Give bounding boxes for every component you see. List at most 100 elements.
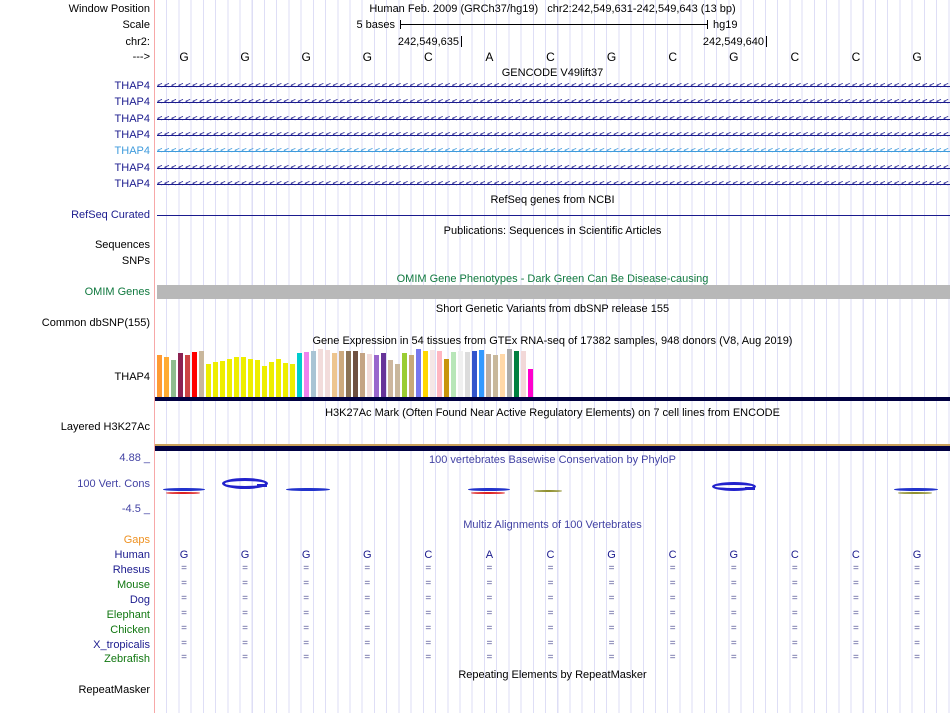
gencode-gene-label[interactable]: THAP4 bbox=[0, 145, 152, 157]
gtex-expression-bar bbox=[472, 351, 477, 397]
multiz-human-row[interactable]: GGGGCACGCGCCG bbox=[155, 549, 950, 562]
multiz-species-label[interactable]: Chicken bbox=[0, 624, 152, 636]
align-identity-mark: = bbox=[547, 563, 554, 574]
align-identity-mark: = bbox=[242, 578, 248, 589]
gtex-expression-bar bbox=[248, 359, 253, 397]
gencode-gene-row[interactable]: <<<<<<<<<<<<<<<<<<<<<<<<<<<<<<<<<<<<<<<<… bbox=[157, 82, 950, 90]
track-label-sequences[interactable]: Sequences bbox=[0, 239, 152, 251]
align-identity-mark: = bbox=[486, 593, 493, 604]
align-identity-mark: = bbox=[608, 623, 615, 634]
multiz-alignment-row[interactable]: = = = = = = = = = = = = = bbox=[155, 563, 950, 576]
gencode-gene-label[interactable]: THAP4 bbox=[0, 96, 152, 108]
align-base-letter: C bbox=[424, 549, 433, 561]
multiz-alignment-row[interactable]: = = = = = = = = = = = = = bbox=[155, 623, 950, 636]
gencode-gene-row[interactable]: <<<<<<<<<<<<<<<<<<<<<<<<<<<<<<<<<<<<<<<<… bbox=[157, 180, 950, 188]
gtex-title[interactable]: Gene Expression in 54 tissues from GTEx … bbox=[155, 335, 950, 347]
align-identity-mark: = bbox=[791, 563, 798, 574]
conservation-title[interactable]: 100 vertebrates Basewise Conservation by… bbox=[155, 454, 950, 466]
repeatmasker-title[interactable]: Repeating Elements by RepeatMasker bbox=[155, 669, 950, 681]
gene-direction-arrows: <<<<<<<<<<<<<<<<<<<<<<<<<<<<<<<<<<<<<<<<… bbox=[157, 115, 950, 123]
track-label-omim-genes[interactable]: OMIM Genes bbox=[0, 286, 152, 298]
gencode-title[interactable]: GENCODE V49lift37 bbox=[155, 67, 950, 79]
scale-value: 5 bases bbox=[356, 19, 395, 31]
gtex-expression-bar bbox=[276, 359, 281, 397]
align-identity-mark: = bbox=[486, 563, 493, 574]
align-identity-mark: = bbox=[181, 593, 187, 604]
align-identity-mark: = bbox=[730, 608, 737, 619]
ruler-base-letter: C bbox=[668, 50, 677, 64]
align-identity-mark: = bbox=[852, 578, 859, 589]
multiz-species-label[interactable]: Gaps bbox=[0, 534, 152, 546]
gene-direction-arrows: <<<<<<<<<<<<<<<<<<<<<<<<<<<<<<<<<<<<<<<<… bbox=[157, 180, 950, 188]
track-label-repeatmasker[interactable]: RepeatMasker bbox=[0, 684, 152, 696]
conservation-glyph-neg bbox=[471, 492, 505, 494]
gtex-expression-bar bbox=[479, 350, 484, 397]
publications-title[interactable]: Publications: Sequences in Scientific Ar… bbox=[155, 225, 950, 237]
multiz-alignment-row[interactable]: = = = = = = = = = = = = = bbox=[155, 608, 950, 621]
gencode-gene-label[interactable]: THAP4 bbox=[0, 113, 152, 125]
multiz-alignment-row[interactable]: = = = = = = = = = = = = = bbox=[155, 638, 950, 651]
align-base-letter: G bbox=[240, 549, 250, 561]
align-identity-mark: = bbox=[486, 638, 493, 649]
multiz-species-label[interactable]: Zebrafish bbox=[0, 653, 152, 665]
dbsnp-title[interactable]: Short Genetic Variants from dbSNP releas… bbox=[155, 303, 950, 315]
gtex-expression-bar bbox=[290, 364, 295, 397]
conservation-glyph-bar bbox=[468, 488, 510, 491]
gtex-expression-bar bbox=[353, 351, 358, 397]
align-identity-mark: = bbox=[425, 593, 432, 604]
gencode-gene-row[interactable]: <<<<<<<<<<<<<<<<<<<<<<<<<<<<<<<<<<<<<<<<… bbox=[157, 115, 950, 123]
align-identity-mark: = bbox=[852, 563, 859, 574]
align-identity-mark: = bbox=[242, 563, 248, 574]
gtex-expression-bar bbox=[178, 353, 183, 397]
gtex-expression-bar bbox=[157, 355, 162, 397]
align-identity-mark: = bbox=[791, 638, 798, 649]
gencode-gene-row[interactable]: <<<<<<<<<<<<<<<<<<<<<<<<<<<<<<<<<<<<<<<<… bbox=[157, 164, 950, 172]
refseq-curated-line[interactable] bbox=[157, 215, 950, 216]
multiz-species-label[interactable]: Rhesus bbox=[0, 564, 152, 576]
gtex-expression-bar bbox=[416, 349, 421, 397]
track-label-snps[interactable]: SNPs bbox=[0, 255, 152, 267]
omim-gene-bar[interactable] bbox=[157, 285, 950, 299]
align-identity-mark: = bbox=[303, 593, 310, 604]
gtex-expression-bar bbox=[346, 351, 351, 397]
gtex-expression-bar bbox=[437, 351, 442, 397]
gencode-gene-label[interactable]: THAP4 bbox=[0, 162, 152, 174]
track-label-100-vert-cons[interactable]: 100 Vert. Cons bbox=[0, 478, 152, 490]
gencode-gene-label[interactable]: THAP4 bbox=[0, 129, 152, 141]
multiz-alignment-row[interactable]: = = = = = = = = = = = = = bbox=[155, 652, 950, 665]
conservation-glyph-neg bbox=[898, 492, 932, 494]
omim-title[interactable]: OMIM Gene Phenotypes - Dark Green Can Be… bbox=[155, 273, 950, 285]
align-identity-mark: = bbox=[914, 608, 920, 619]
align-identity-mark: = bbox=[791, 578, 798, 589]
multiz-species-label[interactable]: X_tropicalis bbox=[0, 639, 152, 651]
gencode-gene-row[interactable]: <<<<<<<<<<<<<<<<<<<<<<<<<<<<<<<<<<<<<<<<… bbox=[157, 98, 950, 106]
multiz-species-label[interactable]: Dog bbox=[0, 594, 152, 606]
gtex-barchart[interactable] bbox=[157, 349, 537, 397]
align-identity-mark: = bbox=[486, 623, 493, 634]
gencode-gene-row[interactable]: <<<<<<<<<<<<<<<<<<<<<<<<<<<<<<<<<<<<<<<<… bbox=[157, 131, 950, 139]
conservation-min-value: -4.5 _ bbox=[121, 503, 150, 515]
gtex-expression-bar bbox=[430, 350, 435, 397]
track-label-common-dbsnp[interactable]: Common dbSNP(155) bbox=[0, 317, 152, 329]
multiz-alignment-row[interactable]: = = = = = = = = = = = = = bbox=[155, 578, 950, 591]
multiz-species-label[interactable]: Elephant bbox=[0, 609, 152, 621]
gencode-gene-row[interactable]: <<<<<<<<<<<<<<<<<<<<<<<<<<<<<<<<<<<<<<<<… bbox=[157, 147, 950, 155]
refseq-title[interactable]: RefSeq genes from NCBI bbox=[155, 194, 950, 206]
track-label-refseq-curated[interactable]: RefSeq Curated bbox=[0, 209, 152, 221]
ruler-base-letter: G bbox=[240, 50, 250, 64]
coord-right-tick bbox=[766, 36, 767, 47]
h3k27ac-title[interactable]: H3K27Ac Mark (Often Found Near Active Re… bbox=[155, 407, 950, 419]
track-label-layered-h3k27ac[interactable]: Layered H3K27Ac bbox=[0, 421, 152, 433]
gencode-gene-label[interactable]: THAP4 bbox=[0, 178, 152, 190]
multiz-species-label[interactable]: Mouse bbox=[0, 579, 152, 591]
gencode-gene-label[interactable]: THAP4 bbox=[0, 80, 152, 92]
conservation-glyph-g bbox=[712, 482, 756, 491]
multiz-title[interactable]: Multiz Alignments of 100 Vertebrates bbox=[155, 519, 950, 531]
multiz-species-label[interactable]: Human bbox=[0, 549, 152, 561]
ruler-base-letter: G bbox=[362, 50, 372, 64]
gtex-expression-bar bbox=[486, 354, 491, 397]
multiz-alignment-row[interactable]: = = = = = = = = = = = = = bbox=[155, 593, 950, 606]
track-label-gtex-gene[interactable]: THAP4 bbox=[0, 371, 152, 383]
align-identity-mark: = bbox=[914, 593, 920, 604]
align-identity-mark: = bbox=[730, 638, 737, 649]
